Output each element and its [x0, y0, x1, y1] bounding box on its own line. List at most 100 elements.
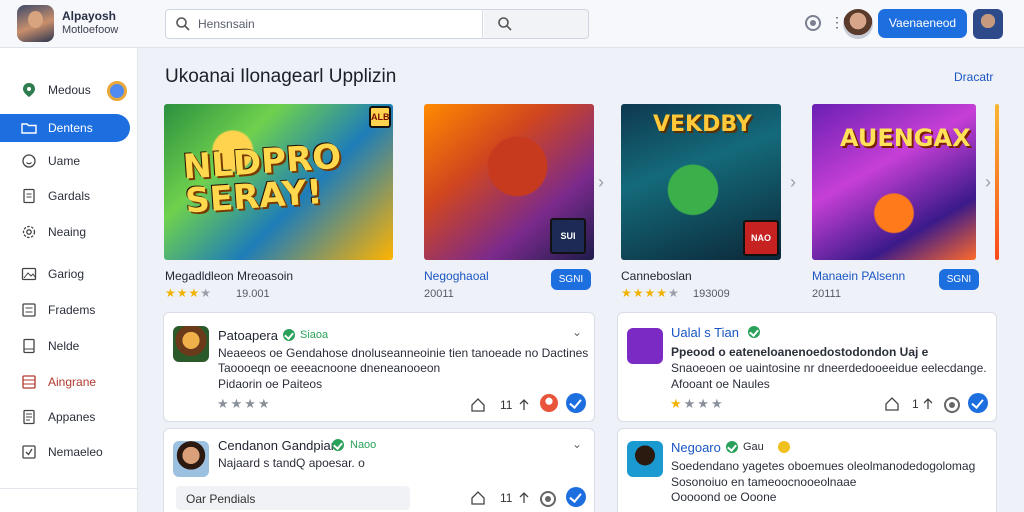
sidebar-item-uame[interactable]: Uame	[0, 147, 130, 175]
app-icon	[627, 441, 663, 477]
sidebar-item-appanes[interactable]: Appanes	[0, 403, 130, 431]
chevron-right-icon[interactable]: ›	[790, 172, 796, 193]
sidebar-item-aingrane[interactable]: Aingrane	[0, 368, 130, 396]
sidebar-item-label: Dentens	[48, 121, 93, 135]
check-square-icon	[22, 445, 36, 459]
chevron-right-icon[interactable]: ›	[598, 172, 604, 193]
search-input[interactable]	[198, 10, 483, 38]
sidebar-item-fradems[interactable]: Fradems	[0, 296, 130, 324]
primary-action-button[interactable]: Vaenaeneod	[878, 9, 967, 38]
section-title: Ukoanai Ilonagearl Upplizin	[165, 66, 397, 87]
sidebar-item-gardals[interactable]: Gardals	[0, 182, 130, 210]
book-icon	[23, 338, 35, 354]
user-avatar[interactable]	[17, 5, 54, 42]
settings-icon[interactable]	[805, 15, 821, 31]
app-icon	[173, 441, 209, 477]
app-list-card[interactable]: Cendanon Gandpian Naoo ⌄ Najaard s tandQ…	[163, 428, 595, 512]
rating-count: 193009	[693, 288, 730, 300]
card-art-text: NLDPRO SERAY!	[181, 136, 343, 222]
search-divider	[482, 10, 483, 38]
app-name[interactable]: Ualal s Tian	[671, 325, 739, 340]
badge-icon[interactable]	[540, 394, 558, 412]
document-icon	[23, 188, 35, 204]
verified-icon	[283, 329, 295, 341]
featured-title[interactable]: Manaein PAlsenn	[812, 269, 905, 283]
install-button[interactable]: SGNI	[551, 269, 591, 290]
sidebar-item-label: Fradems	[48, 303, 96, 317]
see-all-link[interactable]: Dracatr	[954, 70, 993, 84]
app-description: Najaard s tandQ apoesar. o	[218, 456, 365, 470]
verified-icon	[748, 326, 760, 338]
sidebar-item-neaing[interactable]: Neaing	[0, 218, 130, 246]
app-description: Snaoeoen oe uaintosine nr dneerdedooeeid…	[671, 361, 987, 375]
featured-title[interactable]: Negoghaoal	[424, 269, 489, 283]
sidebar-item-label: Gariog	[48, 267, 85, 281]
sidebar-item-label: Appanes	[48, 410, 96, 424]
app-footnote: Afooant oe Naules	[671, 377, 770, 391]
arrow-up-icon[interactable]	[516, 490, 532, 506]
arrow-up-icon[interactable]	[920, 396, 936, 412]
card-art-text: VEKDBY	[653, 112, 752, 137]
search-button[interactable]	[484, 10, 588, 38]
app-list-card[interactable]: Ualal s Tian Ppeood o eateneloanenoedost…	[617, 312, 997, 422]
profile-avatar[interactable]	[973, 9, 1003, 39]
featured-card-image-partial[interactable]	[995, 104, 999, 260]
sidebar-item-dentens[interactable]: Dentens	[0, 114, 130, 142]
more-vert-icon[interactable]: ⋮	[830, 14, 844, 30]
app-list-card[interactable]: Negoaro Gau Soedendano yagetes oboemues …	[617, 428, 997, 512]
app-description: Ppeood o eateneloanenoedostodondon Uaj e	[671, 345, 929, 359]
app-meta: Naoo	[350, 439, 377, 451]
verified-icon	[726, 441, 738, 453]
sidebar-item-label: Aingrane	[48, 375, 97, 389]
sidebar-item-gariog[interactable]: Gariog	[0, 260, 130, 288]
user-subtitle: Motloefoow	[62, 24, 119, 36]
app-meta: Gau	[743, 441, 764, 453]
sidebar-item-nelde[interactable]: Nelde	[0, 332, 130, 360]
chevron-right-icon[interactable]: ›	[985, 172, 991, 193]
action-count: 11	[500, 398, 513, 412]
home-icon[interactable]	[884, 396, 900, 412]
search-icon	[498, 17, 512, 31]
app-name[interactable]: Cendanon Gandpian	[218, 438, 338, 453]
arrow-up-icon[interactable]	[516, 397, 532, 413]
sidebar-item-label: Gardals	[48, 189, 91, 203]
chevron-down-icon[interactable]: ⌄	[572, 325, 582, 339]
check-circle-icon[interactable]	[566, 487, 586, 507]
verified-icon	[332, 439, 344, 451]
app-description: Neaeeos oe Gendahose dnoluseanneoinie ti…	[218, 346, 589, 360]
app-footnote: Pidaorin oe Paiteos	[218, 377, 323, 391]
notification-badge	[107, 81, 127, 101]
app-name[interactable]: Negoaro	[671, 440, 721, 455]
featured-card-image[interactable]: NLDPRO SERAY! ALB	[164, 104, 393, 260]
install-button[interactable]: SGNI	[939, 269, 979, 290]
map-pin-icon	[23, 83, 35, 97]
home-icon[interactable]	[470, 490, 486, 506]
app-description: Sosonoiuo en tameoocnooeolnaae	[671, 475, 857, 489]
app-icon	[173, 326, 209, 362]
settings-icon[interactable]	[944, 397, 960, 413]
featured-title[interactable]: Canneboslan	[621, 269, 692, 283]
list-icon	[22, 303, 36, 317]
featured-card-image[interactable]: AUENGAX	[812, 104, 976, 260]
smile-icon	[22, 154, 36, 168]
check-circle-icon[interactable]	[968, 393, 988, 413]
check-circle-icon[interactable]	[566, 393, 586, 413]
card-art-text: AUENGAX	[840, 124, 971, 152]
settings-icon[interactable]	[540, 491, 556, 507]
app-name[interactable]: Patoapera	[218, 328, 278, 343]
featured-title[interactable]: Megadldleon Mreoasoin	[165, 269, 293, 283]
chevron-down-icon[interactable]: ⌄	[572, 437, 582, 451]
home-icon[interactable]	[470, 397, 486, 413]
rating-count: 19.001	[236, 288, 270, 300]
app-list-card[interactable]: Patoapera Siaoa ⌄ Neaeeos oe Gendahose d…	[163, 312, 595, 422]
featured-card-image[interactable]: VEKDBY NAO	[621, 104, 781, 260]
featured-card-image[interactable]: SUI KILL	[424, 104, 594, 260]
account-avatar[interactable]	[843, 9, 873, 39]
star-rating: ★★★★	[165, 286, 213, 300]
search-bar	[165, 9, 589, 39]
star-rating: ★★★★	[217, 396, 272, 411]
grid-icon	[22, 375, 36, 389]
sidebar-item-nemaeleo[interactable]: Nemaeleo	[0, 438, 130, 466]
image-icon	[21, 267, 37, 281]
action-count: 1	[912, 397, 919, 411]
